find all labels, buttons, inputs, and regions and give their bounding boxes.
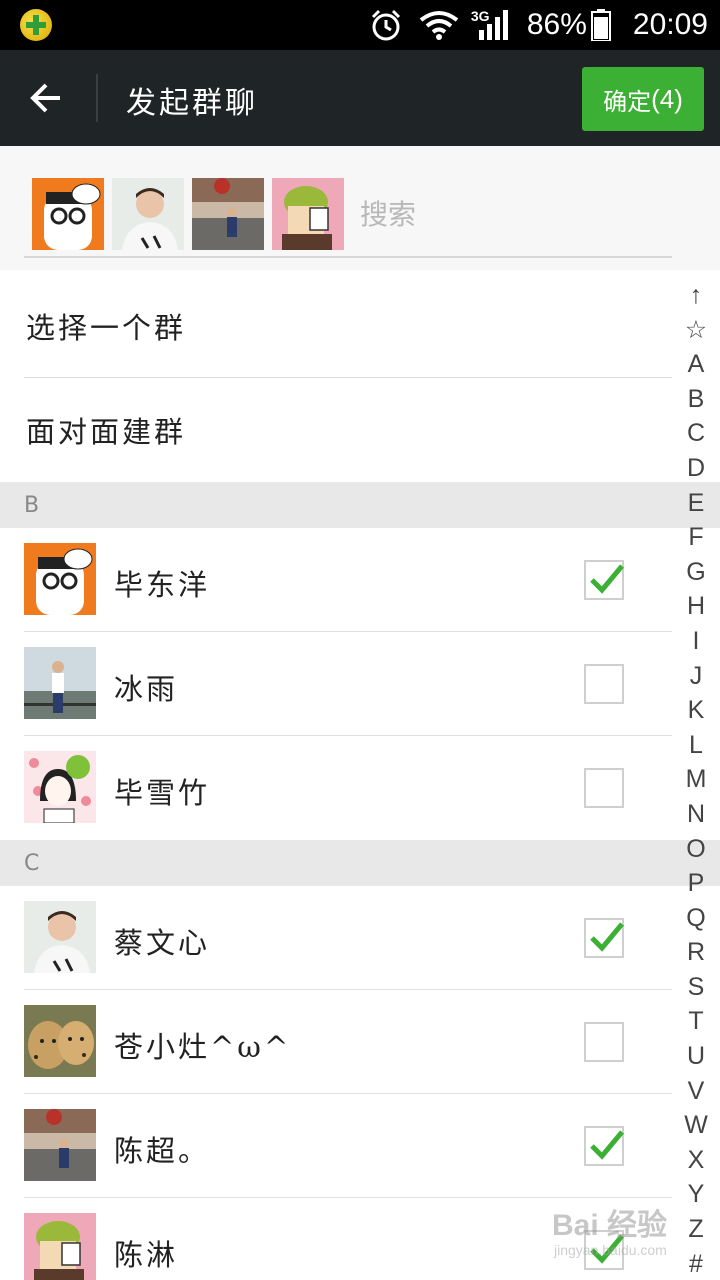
selected-contacts-bar <box>0 146 720 270</box>
index-letter[interactable]: J <box>676 659 716 694</box>
index-letter[interactable]: L <box>676 728 716 763</box>
index-letter[interactable]: G <box>676 555 716 590</box>
index-letter[interactable]: C <box>676 416 716 451</box>
contact-checkbox-checked[interactable] <box>584 1126 624 1166</box>
index-letter[interactable]: U <box>676 1039 716 1074</box>
index-letter[interactable]: ↑ <box>676 278 716 313</box>
face-to-face-group-label: 面对面建群 <box>26 415 187 449</box>
index-letter[interactable]: X <box>676 1143 716 1178</box>
confirm-label: 确定 <box>603 87 652 116</box>
select-group-row[interactable]: 选择一个群 <box>0 274 720 378</box>
title-divider <box>96 74 98 122</box>
contact-checkbox-checked[interactable] <box>584 918 624 958</box>
network-type-label: 3G <box>470 8 490 24</box>
contact-checkbox[interactable] <box>584 768 624 808</box>
index-letter[interactable]: P <box>676 866 716 901</box>
battery-percent: 86% <box>526 8 587 41</box>
index-letter[interactable]: N <box>676 797 716 832</box>
index-letter[interactable]: T <box>676 1004 716 1039</box>
index-letter[interactable]: ☆ <box>676 313 716 348</box>
back-arrow-icon <box>30 83 60 113</box>
avatar <box>24 1005 96 1077</box>
watermark-sub: jingyan.baidu.com <box>554 1242 667 1258</box>
selected-avatar[interactable] <box>32 178 104 250</box>
contact-name: 陈超。 <box>114 1134 211 1168</box>
selected-avatar[interactable] <box>112 178 184 250</box>
status-icons: 3G 86% 20:09 <box>369 0 708 50</box>
avatar <box>24 751 96 823</box>
select-group-label: 选择一个群 <box>26 311 187 345</box>
alarm-icon <box>369 8 403 42</box>
page-title: 发起群聊 <box>126 86 258 121</box>
contact-row[interactable]: 苍小灶^ω^ <box>0 990 720 1094</box>
back-button[interactable] <box>22 72 74 124</box>
index-letter[interactable]: R <box>676 935 716 970</box>
checkmark-icon <box>590 1130 624 1160</box>
search-input[interactable] <box>360 192 660 236</box>
avatar <box>24 1109 96 1181</box>
contact-row[interactable]: 蔡文心 <box>0 886 720 990</box>
contact-row[interactable]: 毕东洋 <box>0 528 720 632</box>
section-header-b: B <box>0 482 720 528</box>
face-to-face-group-row[interactable]: 面对面建群 <box>0 378 720 482</box>
signal-icon: 3G <box>471 8 511 40</box>
contact-row[interactable]: 陈超。 <box>0 1094 720 1198</box>
clock: 20:09 <box>632 8 708 41</box>
contact-checkbox[interactable] <box>584 664 624 704</box>
contact-list: 选择一个群 面对面建群 B 毕东洋 冰雨 毕雪竹 C 蔡文心 苍小灶^ω^ 陈超… <box>0 274 720 1280</box>
contact-name: 毕东洋 <box>114 568 211 602</box>
contact-name: 苍小灶^ω^ <box>114 1030 292 1064</box>
contact-row[interactable]: 冰雨 <box>0 632 720 736</box>
avatar <box>24 647 96 719</box>
confirm-button[interactable]: 确定 (4) <box>582 67 704 131</box>
contact-checkbox[interactable] <box>584 1022 624 1062</box>
selected-avatars <box>32 178 344 250</box>
contact-name: 陈淋 <box>114 1238 179 1272</box>
index-letter[interactable]: A <box>676 347 716 382</box>
title-bar: 发起群聊 确定 (4) <box>0 50 720 146</box>
alphabet-index[interactable]: ↑ ☆ A B C D E F G H I J K L M N O P Q R S T U V W X Y Z # <box>676 278 716 1280</box>
wifi-icon <box>419 10 459 40</box>
index-letter[interactable]: B <box>676 382 716 417</box>
section-header-c: C <box>0 840 720 886</box>
status-bar: 3G 86% 20:09 <box>0 0 720 50</box>
index-letter[interactable]: Q <box>676 901 716 936</box>
avatar <box>24 1213 96 1280</box>
watermark-text: Bai 经验 <box>552 1209 668 1242</box>
search-underline <box>24 256 672 258</box>
index-letter[interactable]: O <box>676 832 716 867</box>
watermark: Bai 经验 jingyan.baidu.com <box>552 1198 712 1268</box>
index-letter[interactable]: K <box>676 693 716 728</box>
index-letter[interactable]: H <box>676 589 716 624</box>
contact-checkbox-checked[interactable] <box>584 560 624 600</box>
index-letter[interactable]: M <box>676 762 716 797</box>
contact-name: 毕雪竹 <box>114 776 211 810</box>
index-letter[interactable]: I <box>676 624 716 659</box>
contact-name: 蔡文心 <box>114 926 211 960</box>
avatar <box>24 901 96 973</box>
checkmark-icon <box>590 564 624 594</box>
confirm-count: (4) <box>651 83 683 114</box>
index-letter[interactable]: W <box>676 1108 716 1143</box>
index-letter[interactable]: E <box>676 486 716 521</box>
index-letter[interactable]: S <box>676 970 716 1005</box>
avatar <box>24 543 96 615</box>
selected-avatar[interactable] <box>192 178 264 250</box>
contact-row[interactable]: 毕雪竹 <box>0 736 720 840</box>
battery-icon <box>590 9 611 41</box>
checkmark-icon <box>590 922 624 952</box>
selected-avatar[interactable] <box>272 178 344 250</box>
index-letter[interactable]: V <box>676 1074 716 1109</box>
app-icon <box>20 9 52 41</box>
index-letter[interactable]: D <box>676 451 716 486</box>
index-letter[interactable]: F <box>676 520 716 555</box>
contact-name: 冰雨 <box>114 672 179 706</box>
